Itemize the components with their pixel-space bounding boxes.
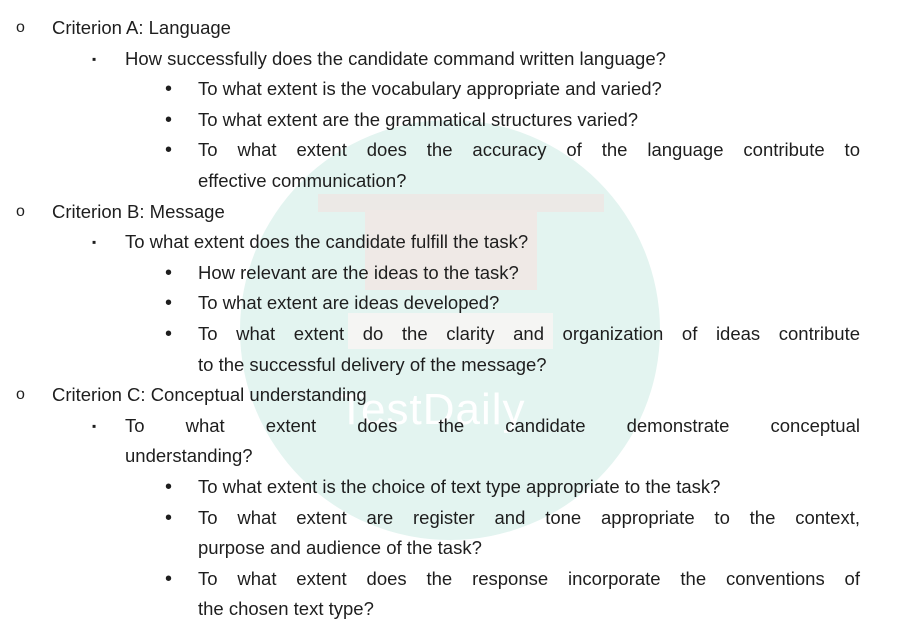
text-line: Criterion B: Message (52, 200, 225, 222)
text-line: To what extent are register and tone app… (198, 506, 860, 528)
criteria-list: o Criterion A: Language ▪ How successfully … (0, 0, 900, 625)
dot-bullet-icon: • (165, 139, 173, 162)
text-line: the chosen text type? (198, 598, 374, 620)
text-line: Criterion A: Language (52, 17, 231, 38)
criterion-heading: o Criterion C: Conceptual understanding (0, 380, 900, 411)
text-line: to the successful delivery of the messag… (198, 353, 547, 375)
criterion-subquestion: • To what extent does the response incorp… (0, 564, 860, 625)
criterion-subquestion: • To what extent does the accuracy of the… (0, 135, 860, 196)
circle-bullet-icon: o (16, 202, 25, 220)
criterion-subquestion: • To what extent are the grammatical stru… (0, 105, 860, 136)
dot-bullet-icon: • (165, 78, 173, 101)
text-line: To what extent are the grammatical struc… (198, 108, 639, 130)
criterion-subquestion: • To what extent is the choice of text ty… (0, 472, 860, 503)
circle-bullet-icon: o (16, 386, 25, 404)
criterion-question: ▪ To what extent does the candidate fulfi… (0, 227, 860, 258)
square-bullet-icon: ▪ (92, 235, 97, 250)
dot-bullet-icon: • (165, 261, 173, 284)
criterion-subquestion: • How relevant are the ideas to the task? (0, 258, 860, 289)
criterion-heading: o Criterion B: Message (0, 197, 900, 228)
criterion-subquestion: • To what extent are register and tone ap… (0, 503, 860, 564)
text-line: understanding? (125, 445, 253, 467)
text-line: To what extent does the accuracy of the … (198, 139, 860, 161)
criterion-subquestion: • To what extent is the vocabulary approp… (0, 74, 860, 105)
text-line: How relevant are the ideas to the task? (198, 261, 519, 283)
text-line: To what extent does the candidate demons… (125, 414, 860, 436)
text-line: To what extent is the vocabulary appropr… (198, 78, 662, 100)
text-line: To what extent does the response incorpo… (198, 567, 860, 589)
dot-bullet-icon: • (165, 322, 173, 345)
text-line: How successfully does the candidate comm… (125, 47, 666, 69)
dot-bullet-icon: • (165, 108, 173, 131)
criterion-subquestion: • To what extent are ideas developed? (0, 288, 860, 319)
text-line: effective communication? (198, 169, 407, 191)
dot-bullet-icon: • (165, 567, 173, 590)
criterion-heading: o Criterion A: Language (0, 13, 900, 44)
circle-bullet-icon: o (16, 19, 25, 36)
text-line: To what extent do the clarity and organi… (198, 322, 860, 344)
dot-bullet-icon: • (165, 292, 173, 315)
criterion-subquestion: • To what extent do the clarity and organ… (0, 319, 860, 380)
dot-bullet-icon: • (165, 506, 173, 529)
square-bullet-icon: ▪ (92, 418, 97, 433)
text-line: Criterion C: Conceptual understanding (52, 384, 367, 406)
text-line: To what extent does the candidate fulfil… (125, 231, 529, 253)
criterion-question: ▪ How successfully does the candidate com… (0, 44, 860, 75)
text-line: To what extent are ideas developed? (198, 292, 500, 314)
dot-bullet-icon: • (165, 475, 173, 498)
text-line: To what extent is the choice of text typ… (198, 475, 721, 497)
criterion-question: ▪ To what extent does the candidate demon… (0, 411, 860, 472)
text-line: purpose and audience of the task? (198, 537, 482, 559)
square-bullet-icon: ▪ (92, 51, 97, 66)
